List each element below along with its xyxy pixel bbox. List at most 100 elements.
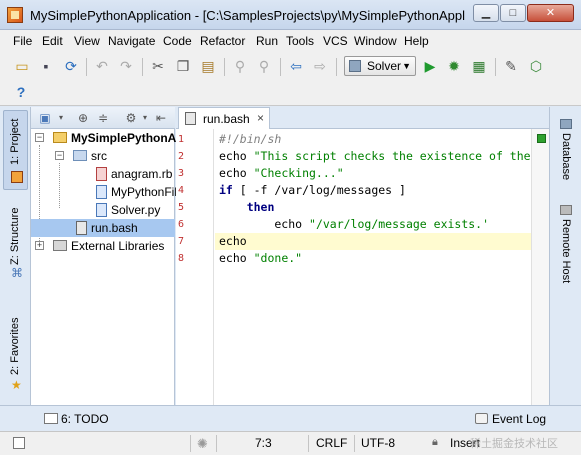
run-icon[interactable]: ▶ xyxy=(421,57,439,75)
code-token: "This script checks the existence of the xyxy=(253,149,531,163)
back-icon[interactable]: ⇦ xyxy=(287,57,305,75)
background-tasks-icon[interactable]: ✺ xyxy=(197,436,208,452)
tab-event-log[interactable]: Event Log xyxy=(492,412,546,426)
help-icon[interactable]: ? xyxy=(12,83,30,101)
undo-icon[interactable]: ↶ xyxy=(93,57,111,75)
find-icon[interactable]: ⚲ xyxy=(231,57,249,75)
src-folder-label: src xyxy=(91,149,107,163)
line-separator[interactable]: CRLF xyxy=(316,436,347,450)
code-line[interactable]: echo "done." xyxy=(215,250,531,267)
sync-icon[interactable]: ⟳ xyxy=(62,57,80,75)
save-icon[interactable]: ▪ xyxy=(37,57,55,75)
code-token: if xyxy=(219,183,233,197)
code-line[interactable]: if [ -f /var/log/messages ] xyxy=(215,182,531,199)
watermark: 稀土掘金技术社区 xyxy=(470,438,558,450)
tab-remote-host[interactable]: Remote Host xyxy=(560,219,572,283)
menu-help[interactable]: Help xyxy=(404,34,429,48)
debug-icon[interactable]: ✹ xyxy=(445,57,463,75)
code-area[interactable]: #!/bin/sh echo "This script checks the ex… xyxy=(215,129,531,405)
menu-run[interactable]: Run xyxy=(256,34,278,48)
tree-row-file[interactable]: anagram.rb xyxy=(31,165,175,183)
tree-row-external-libraries[interactable]: + External Libraries xyxy=(31,237,175,255)
redo-icon[interactable]: ↷ xyxy=(117,57,135,75)
left-tool-strip: 1: Project Z: Structure ⌘ 2: Favorites ★ xyxy=(0,107,31,405)
forward-icon[interactable]: ⇨ xyxy=(311,57,329,75)
menu-navigate[interactable]: Navigate xyxy=(108,34,155,48)
tree-row-file[interactable]: MyPythonFile xyxy=(31,183,184,201)
editor-gutter: 1 2 3 4 5 6 7 8 xyxy=(176,129,214,405)
tab-run-bash[interactable]: run.bash × xyxy=(178,107,270,129)
chevron-down-icon: ▼ xyxy=(402,61,411,71)
lock-icon[interactable]: 🔒︎ xyxy=(432,436,438,449)
code-token: [ -f /var/log/messages ] xyxy=(232,183,406,197)
code-line[interactable]: echo "/var/log/message exists.' xyxy=(215,216,531,233)
tab-favorites[interactable]: 2: Favorites xyxy=(9,318,21,375)
tree-row-run-bash[interactable]: run.bash xyxy=(31,219,175,237)
paste-icon[interactable]: ▤ xyxy=(199,57,217,75)
sdk-icon[interactable]: ⬡ xyxy=(527,57,545,75)
menu-view[interactable]: View xyxy=(74,34,100,48)
main-toolbar: ▭ ▪ ⟳ ↶ ↷ ✂ ❐ ▤ ⚲ ⚲ ⇦ ⇨ ▶ ✹ ▦ ✎ ⬡ ? xyxy=(0,52,581,106)
line-number: 1 xyxy=(178,134,185,145)
close-icon[interactable]: × xyxy=(257,111,264,125)
collapse-toggle-icon[interactable]: − xyxy=(35,133,44,142)
line-number: 8 xyxy=(178,253,185,264)
code-line[interactable]: echo xyxy=(215,233,531,250)
chevron-down-icon[interactable]: ▾ xyxy=(137,110,153,126)
menu-refactor[interactable]: Refactor xyxy=(200,34,245,48)
cut-icon[interactable]: ✂ xyxy=(149,57,167,75)
target-icon[interactable]: ⊕ xyxy=(75,110,91,126)
menu-code[interactable]: Code xyxy=(163,34,192,48)
minimize-button[interactable]: ▁ xyxy=(473,4,499,22)
tab-database[interactable]: Database xyxy=(560,133,572,180)
chevron-down-icon[interactable]: ▾ xyxy=(53,110,69,126)
tree-row-project-root[interactable]: − MySimplePythonA xyxy=(31,129,177,147)
code-token: "/var/log/message exists.' xyxy=(309,217,490,231)
tree-row-src[interactable]: − src xyxy=(31,147,175,165)
project-panel-header: ▣ ▾ ⊕ ≑ ⚙ ▾ ⇤ xyxy=(31,107,175,129)
menu-edit[interactable]: Edit xyxy=(42,34,63,48)
collapse-all-icon[interactable]: ≑ xyxy=(95,110,111,126)
code-token: echo xyxy=(219,217,310,231)
code-line[interactable]: #!/bin/sh xyxy=(215,131,531,148)
title-bar: MySimplePythonApplication - [C:\SamplesP… xyxy=(0,0,581,30)
replace-icon[interactable]: ⚲ xyxy=(255,57,273,75)
menu-vcs[interactable]: VCS xyxy=(323,34,348,48)
code-editor[interactable]: 1 2 3 4 5 6 7 8 #!/bin/sh echo "This scri… xyxy=(176,129,549,405)
copy-icon[interactable]: ❐ xyxy=(174,57,192,75)
file-label: anagram.rb xyxy=(111,167,173,181)
maximize-button[interactable]: □ xyxy=(500,4,526,22)
run-config-combo[interactable]: Solver ▼ xyxy=(344,56,416,76)
python-file-icon xyxy=(96,203,107,217)
code-token: "Checking..." xyxy=(253,166,344,180)
tab-structure[interactable]: Z: Structure xyxy=(9,208,21,265)
expand-toggle-icon[interactable]: + xyxy=(35,241,44,250)
code-line[interactable]: echo "Checking..." xyxy=(215,165,531,182)
menu-window[interactable]: Window xyxy=(354,34,397,48)
event-log-icon xyxy=(475,413,488,424)
settings-icon[interactable]: ✎ xyxy=(502,57,520,75)
menu-file[interactable]: File xyxy=(13,34,32,48)
project-root-label: MySimplePythonA xyxy=(71,131,177,145)
star-icon: ★ xyxy=(11,378,22,392)
menu-tools[interactable]: Tools xyxy=(286,34,314,48)
file-encoding[interactable]: UTF-8 xyxy=(361,436,395,450)
tab-label: run.bash xyxy=(203,112,250,126)
tab-todo[interactable]: 6: TODO xyxy=(61,412,109,426)
caret-position[interactable]: 7:3 xyxy=(255,436,272,450)
tab-project[interactable]: 1: Project xyxy=(9,119,21,165)
file-label: Solver.py xyxy=(111,203,161,217)
close-button[interactable]: ✕ xyxy=(527,4,574,22)
tool-windows-toggle-icon[interactable] xyxy=(13,437,25,449)
tree-row-file[interactable]: Solver.py xyxy=(31,201,175,219)
remote-host-icon xyxy=(560,205,572,215)
open-folder-icon[interactable]: ▭ xyxy=(13,57,31,75)
code-line[interactable]: echo "This script checks the existence o… xyxy=(215,148,531,165)
run-config-label: Solver xyxy=(367,59,402,73)
hide-panel-icon[interactable]: ⇤ xyxy=(153,110,169,126)
coverage-icon[interactable]: ▦ xyxy=(470,57,488,75)
view-selector-icon[interactable]: ▣ xyxy=(37,110,53,126)
code-line[interactable]: then xyxy=(215,199,531,216)
collapse-toggle-icon[interactable]: − xyxy=(55,151,64,160)
